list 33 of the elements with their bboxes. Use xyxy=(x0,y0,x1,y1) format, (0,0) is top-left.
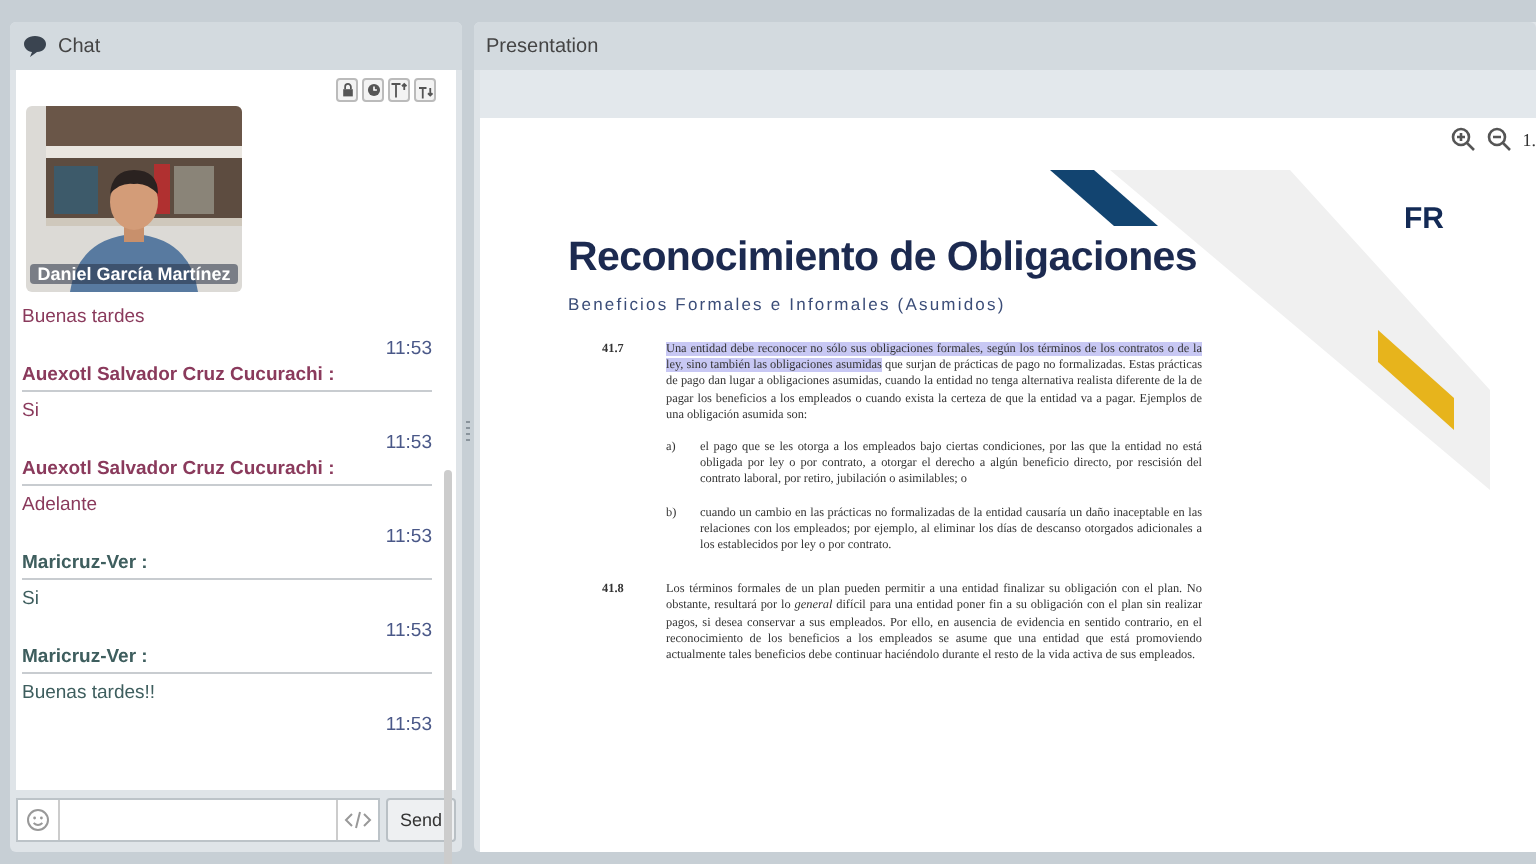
slide-title: Reconocimiento de Obligaciones xyxy=(568,234,1200,282)
participant-name: Daniel García Martínez xyxy=(30,264,238,284)
panel-title: Presentation xyxy=(486,35,599,57)
logo-text: FR xyxy=(1404,202,1444,236)
message-text: Si xyxy=(22,588,41,610)
code-icon[interactable] xyxy=(343,810,372,830)
sender-name: Maricruz-Ver : xyxy=(22,552,432,580)
font-smaller-icon[interactable] xyxy=(414,78,436,102)
smiley-icon[interactable] xyxy=(24,806,52,834)
zoom-in-icon[interactable] xyxy=(1450,126,1477,152)
lock-icon[interactable] xyxy=(336,78,358,102)
message-text: Buenas tardes!! xyxy=(22,682,158,704)
speech-bubble-icon xyxy=(22,34,48,58)
splitter-handle[interactable] xyxy=(464,420,472,444)
slide-subtitle: Beneficios Formales e Informales (Asumidos) xyxy=(568,294,1008,314)
message-time: 11:53 xyxy=(383,338,432,360)
message-time: 11:53 xyxy=(383,526,432,548)
zoom-level: 1. xyxy=(1522,129,1536,149)
message-text: Si xyxy=(22,400,41,422)
message-time: 11:53 xyxy=(383,714,432,736)
message-input-field[interactable] xyxy=(16,798,380,842)
font-larger-icon[interactable] xyxy=(388,78,410,102)
sender-name: Auexotl Salvador Cruz Cucurachi : xyxy=(22,364,432,392)
message-text: Buenas tardes xyxy=(22,306,147,328)
scrollbar[interactable] xyxy=(444,470,452,864)
sender-name: Auexotl Salvador Cruz Cucurachi : xyxy=(22,458,432,486)
sender-name: Maricruz-Ver : xyxy=(22,646,432,674)
zoom-out-icon[interactable] xyxy=(1486,126,1513,152)
message-time: 11:53 xyxy=(383,620,432,642)
clock-icon[interactable] xyxy=(362,78,384,102)
message-time: 11:53 xyxy=(383,432,432,454)
panel-title: Chat xyxy=(58,35,101,57)
message-text: Adelante xyxy=(22,494,100,516)
